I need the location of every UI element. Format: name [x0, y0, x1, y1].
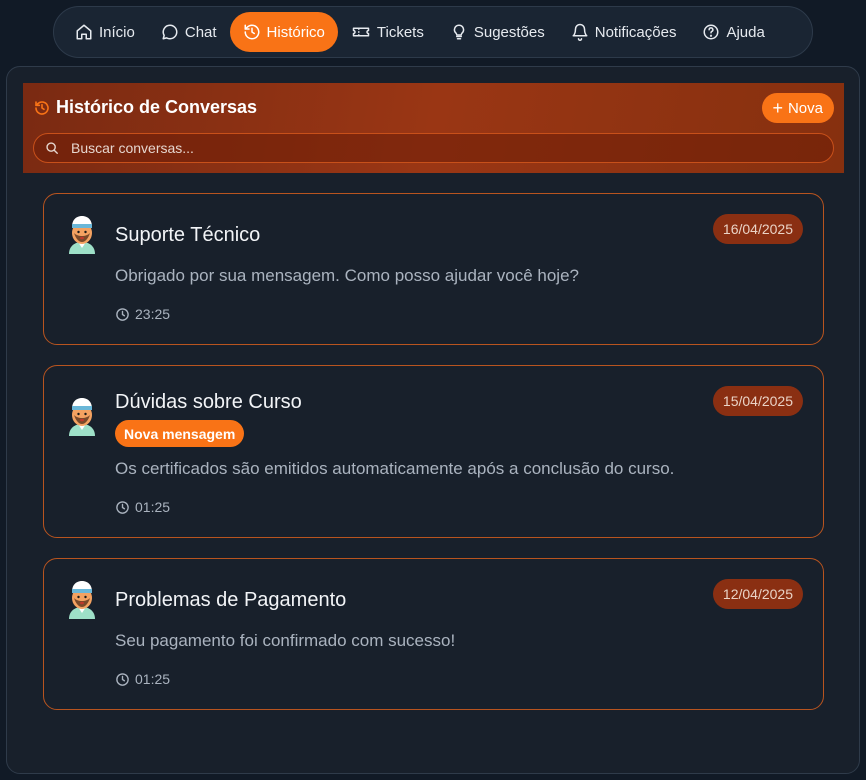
plus-icon: +: [772, 98, 783, 118]
conversation-preview: Seu pagamento foi confirmado com sucesso…: [115, 631, 456, 650]
clock-icon: [116, 307, 129, 321]
nav-item-label: Sugestões: [473, 23, 545, 41]
history-icon: [35, 100, 49, 115]
lightbulb-icon: [453, 24, 465, 40]
new-conversation-label: Nova: [787, 99, 823, 117]
page-title-text: Histórico de Conversas: [56, 97, 258, 117]
nav-item-tickets[interactable]: Tickets: [338, 12, 437, 52]
nav-item-inicio[interactable]: Início: [62, 12, 148, 52]
page-title: Histórico de Conversas: [34, 97, 257, 118]
help-circle-icon: [703, 24, 719, 40]
conversation-time: 01:25: [115, 499, 170, 515]
agent-avatar-icon: [69, 398, 95, 436]
nav-item-chat[interactable]: Chat: [148, 12, 230, 52]
date-badge: 15/04/2025: [712, 386, 803, 416]
new-conversation-button[interactable]: + Nova: [762, 93, 834, 123]
bell-icon: [572, 23, 588, 41]
search-input[interactable]: [69, 139, 833, 157]
history-panel: Histórico de Conversas + Nova Buscar con…: [6, 66, 860, 774]
search-icon: [46, 142, 58, 154]
conversation-title: Suporte Técnico: [115, 224, 261, 246]
conversation-time: 23:25: [115, 306, 170, 322]
nav-item-notificacoes[interactable]: Notificações: [558, 12, 690, 52]
nav-item-label: Histórico: [266, 23, 325, 41]
clock-icon: [116, 500, 129, 514]
conversation-time-text: 01:25: [135, 671, 171, 687]
home-icon: [76, 24, 92, 40]
date-badge: 12/04/2025: [712, 579, 803, 609]
chat-bubble-icon: [162, 24, 178, 40]
avatar: [66, 213, 98, 260]
history-header: Histórico de Conversas + Nova: [23, 83, 844, 173]
conversation-time-text: 01:25: [135, 499, 171, 515]
conversation-preview: Os certificados são emitidos automaticam…: [115, 459, 675, 478]
agent-avatar-icon: [69, 216, 95, 254]
nav-item-label: Início: [99, 23, 135, 41]
nav-item-label: Tickets: [376, 23, 424, 41]
conversation-title: Problemas de Pagamento: [115, 589, 347, 611]
clock-icon: [116, 672, 129, 686]
nav-item-label: Notificações: [594, 23, 677, 41]
search-bar: [33, 133, 834, 163]
top-nav: Início Chat Histórico Tickets Sugestões …: [53, 6, 813, 58]
avatar: [66, 395, 98, 442]
conversation-card[interactable]: Problemas de Pagamento 12/04/2025 Seu pa…: [43, 558, 824, 710]
nav-item-historico[interactable]: Histórico: [229, 12, 338, 52]
conversation-time-text: 23:25: [135, 306, 171, 322]
ticket-icon: [352, 27, 370, 37]
conversation-card[interactable]: Suporte Técnico 16/04/2025 Obrigado por …: [43, 193, 824, 345]
conversation-preview: Obrigado por sua mensagem. Como posso aj…: [115, 266, 579, 285]
agent-avatar-icon: [69, 581, 95, 619]
conversation-title: Dúvidas sobre Curso: [115, 391, 302, 413]
nav-item-ajuda[interactable]: Ajuda: [689, 12, 777, 52]
avatar: [66, 578, 98, 625]
conversation-card[interactable]: Dúvidas sobre Curso 15/04/2025 Nova mens…: [43, 365, 824, 538]
nav-item-sugestoes[interactable]: Sugestões: [437, 12, 558, 52]
history-icon: [244, 24, 260, 40]
new-message-badge: Nova mensagem: [115, 420, 245, 447]
nav-item-label: Chat: [184, 23, 217, 41]
nav-item-label: Ajuda: [726, 23, 765, 41]
date-badge: 16/04/2025: [712, 214, 803, 244]
conversation-time: 01:25: [115, 671, 170, 687]
